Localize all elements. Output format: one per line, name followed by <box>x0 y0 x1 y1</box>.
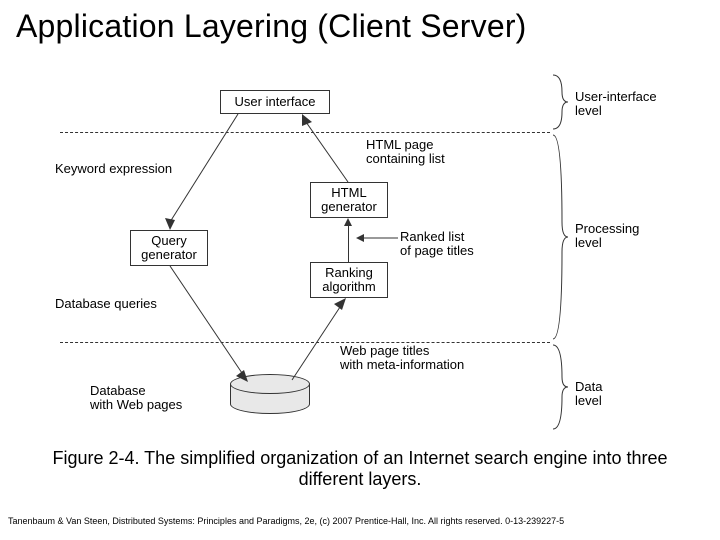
box-label: HTML generator <box>321 186 377 215</box>
page-title: Application Layering (Client Server) <box>0 0 720 45</box>
figure-caption: Figure 2-4. The simplified organization … <box>0 448 720 490</box>
label-ranked-list: Ranked list of page titles <box>400 230 474 259</box>
arrow-ranking-to-htmlgen-line <box>348 224 349 262</box>
diagram-canvas: User interface HTML generator Query gene… <box>60 72 620 442</box>
label-database: Database with Web pages <box>90 384 182 413</box>
box-label: User interface <box>235 95 316 109</box>
brace-ui-level <box>550 72 570 132</box>
box-user-interface: User interface <box>220 90 330 114</box>
label-html-page: HTML page containing list <box>366 138 445 167</box>
arrow-query-to-db <box>168 266 258 386</box>
arrow-htmlgen-to-ui <box>300 114 360 184</box>
box-ranking-algorithm: Ranking algorithm <box>310 262 388 298</box>
brace-data-level <box>550 342 570 432</box>
box-html-generator: HTML generator <box>310 182 388 218</box>
pointer-ranked-list <box>356 232 400 246</box>
label-web-titles: Web page titles with meta-information <box>340 344 464 373</box>
box-label: Query generator <box>141 234 197 263</box>
label-keyword: Keyword expression <box>55 162 172 176</box>
level-label-data: Data level <box>575 380 620 409</box>
arrow-ranking-to-htmlgen-head <box>344 218 352 226</box>
level-label-ui: User-interface level <box>575 90 657 119</box>
box-query-generator: Query generator <box>130 230 208 266</box>
level-label-processing: Processing level <box>575 222 639 251</box>
brace-processing-level <box>550 132 570 342</box>
label-db-queries: Database queries <box>55 297 157 311</box>
box-label: Ranking algorithm <box>322 266 375 295</box>
reference-line: Tanenbaum & Van Steen, Distributed Syste… <box>8 516 712 526</box>
